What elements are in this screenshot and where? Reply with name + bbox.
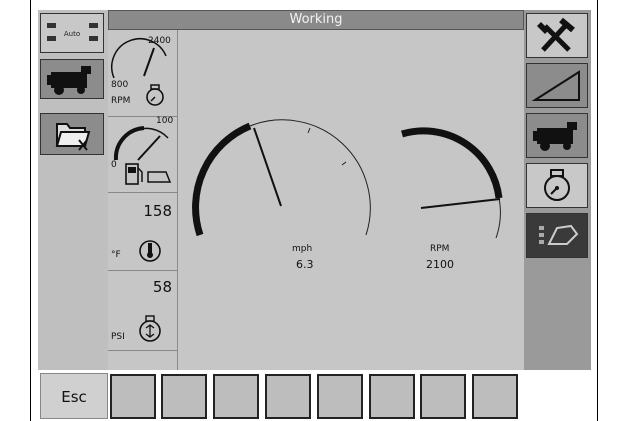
- hand-settings-button[interactable]: [526, 213, 588, 258]
- rpm-big-gauge: [401, 127, 503, 239]
- esc-button[interactable]: Esc: [40, 373, 108, 419]
- pressure-unit: PSI: [111, 332, 125, 342]
- rpm-mini-gauge: 2400 800 RPM: [108, 30, 178, 117]
- combine-icon: [533, 122, 577, 151]
- fuel-min-label: 0: [111, 160, 117, 170]
- rpm-unit-label: RPM: [111, 96, 131, 106]
- rpm-value: 2100: [426, 258, 454, 271]
- speed-label: mph: [292, 244, 313, 254]
- auto-display-icon: Auto: [47, 23, 98, 41]
- folder-button[interactable]: [40, 113, 104, 155]
- speed-value: 6.3: [296, 258, 314, 271]
- tools-icon: [537, 17, 575, 52]
- rpm-min-label: 800: [111, 80, 129, 90]
- rpm-max-label: 2400: [148, 36, 171, 46]
- function-key-3[interactable]: [213, 374, 259, 419]
- function-key-6[interactable]: [369, 374, 415, 419]
- hand-settings-icon: [539, 224, 579, 245]
- ramp-icon: [531, 70, 580, 101]
- combine-right-button[interactable]: [526, 113, 588, 158]
- auto-display-button[interactable]: Auto: [40, 13, 104, 53]
- page-title: Working: [108, 10, 524, 30]
- temperature-unit: °F: [111, 250, 121, 260]
- function-key-1[interactable]: [110, 374, 156, 419]
- ramp-button[interactable]: [526, 63, 588, 108]
- fuel-mini-gauge: 100 0: [108, 116, 178, 193]
- function-key-8[interactable]: [472, 374, 518, 419]
- combine-button[interactable]: [40, 59, 104, 99]
- engine-icon: [544, 169, 570, 201]
- pressure-readout: 58 PSI: [108, 270, 178, 351]
- rpm-label: RPM: [430, 244, 450, 254]
- auto-label: Auto: [64, 30, 80, 38]
- function-key-5[interactable]: [317, 374, 363, 419]
- function-key-2[interactable]: [161, 374, 207, 419]
- fuel-max-label: 100: [156, 116, 174, 126]
- speed-gauge: [192, 119, 371, 237]
- combine-icon: [47, 66, 91, 95]
- temperature-readout: 158 °F: [108, 192, 178, 271]
- main-gauges-svg: [192, 119, 503, 239]
- oil-pressure-icon: [139, 315, 161, 342]
- tools-button[interactable]: [526, 13, 588, 58]
- fuel-icon: [125, 163, 172, 185]
- side-gauge-panel: 2400 800 RPM 100 0 158 °F 58 PSI: [108, 30, 178, 370]
- main-gauge-area: mph 6.3 RPM 2100: [178, 30, 524, 370]
- temperature-value: 158: [143, 202, 172, 220]
- display-screen: Auto Working 2400 800 RPM 100 0 158 °F 5…: [30, 0, 598, 421]
- folder-icon: [55, 123, 91, 151]
- function-key-7[interactable]: [420, 374, 466, 419]
- thermometer-icon: [139, 240, 161, 262]
- function-key-4[interactable]: [265, 374, 311, 419]
- engine-button[interactable]: [526, 163, 588, 208]
- engine-icon: [146, 84, 164, 106]
- pressure-value: 58: [152, 278, 172, 296]
